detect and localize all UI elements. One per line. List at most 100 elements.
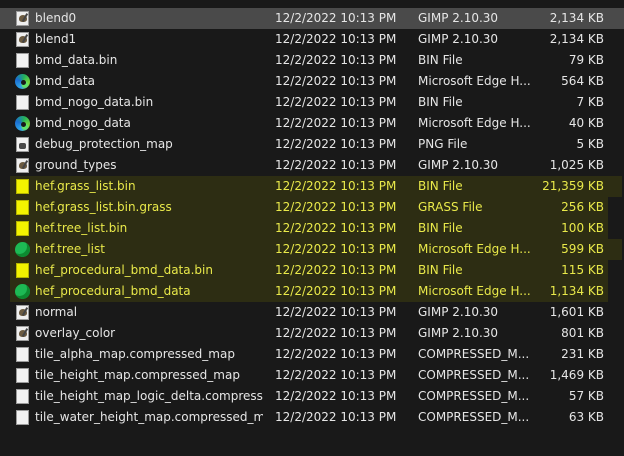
file-row[interactable]: bmd_nogo_data.bin 12/2/2022 10:13 PM BIN F… [0,92,624,113]
edge-icon [15,116,30,131]
file-icon-cell [15,407,31,428]
file-size: 801 KB [561,326,604,340]
file-date-modified: 12/2/2022 10:13 PM [275,242,397,256]
file-size: 2,134 KB [549,11,604,25]
file-icon-cell [15,50,31,71]
file-row[interactable]: tile_height_map_logic_delta.compressed..… [0,386,624,407]
file-type: BIN File [418,263,463,277]
file-date-modified: 12/2/2022 10:13 PM [275,74,397,88]
file-date-modified: 12/2/2022 10:13 PM [275,263,397,277]
file-icon-cell [15,281,31,302]
file-name: normal [35,305,78,319]
file-date-modified: 12/2/2022 10:13 PM [275,305,397,319]
blank-file-icon [16,368,29,383]
file-name: hef.tree_list.bin [35,221,128,235]
edge-icon [15,74,30,89]
file-type: BIN File [418,53,463,67]
file-row[interactable]: blend1 12/2/2022 10:13 PM GIMP 2.10.30 2,13… [0,29,624,50]
file-date-modified: 12/2/2022 10:13 PM [275,116,397,130]
file-type: GIMP 2.10.30 [418,305,499,319]
highlighted-file-icon [16,200,29,215]
file-date-modified: 12/2/2022 10:13 PM [275,326,397,340]
file-date-modified: 12/2/2022 10:13 PM [275,11,397,25]
file-icon-cell [15,29,31,50]
file-date-modified: 12/2/2022 10:13 PM [275,179,397,193]
file-name: overlay_color [35,326,116,340]
file-icon-cell [15,386,31,407]
file-icon-cell [15,71,31,92]
file-name: ground_types [35,158,117,172]
file-row[interactable]: hef_procedural_bmd_data.bin 12/2/2022 10:… [0,260,624,281]
file-row[interactable]: tile_water_height_map.compressed_map 12/2… [0,407,624,428]
file-list: blend0 12/2/2022 10:13 PM GIMP 2.10.30 2,13… [0,8,624,428]
file-row[interactable]: normal 12/2/2022 10:13 PM GIMP 2.10.30 1,60… [0,302,624,323]
file-name: debug_protection_map [35,137,173,151]
file-icon-cell [15,134,31,155]
file-type: GIMP 2.10.30 [418,326,499,340]
file-type: COMPRESSED_M... [418,389,530,403]
file-size: 100 KB [561,221,604,235]
file-name: tile_height_map_logic_delta.compressed..… [35,389,263,403]
file-icon-cell [15,344,31,365]
file-name: blend0 [35,11,77,25]
file-row[interactable]: ground_types 12/2/2022 10:13 PM GIMP 2.10.… [0,155,624,176]
file-row[interactable]: bmd_data 12/2/2022 10:13 PM Microsoft Edge… [0,71,624,92]
file-type: COMPRESSED_M... [418,410,530,424]
file-size: 564 KB [561,74,604,88]
file-icon-cell [15,302,31,323]
file-icon-cell [15,8,31,29]
file-size: 1,134 KB [549,284,604,298]
file-icon-cell [15,260,31,281]
file-type: Microsoft Edge H... [418,242,530,256]
file-row[interactable]: hef.tree_list.bin 12/2/2022 10:13 PM BIN F… [0,218,624,239]
file-row[interactable]: hef.tree_list 12/2/2022 10:13 PM Microsoft… [0,239,624,260]
file-row[interactable]: tile_height_map.compressed_map 12/2/2022 … [0,365,624,386]
file-type: Microsoft Edge H... [418,284,530,298]
blank-file-icon [16,410,29,425]
blank-file-icon [16,95,29,110]
file-name: tile_alpha_map.compressed_map [35,347,235,361]
file-size: 21,359 KB [542,179,604,193]
file-date-modified: 12/2/2022 10:13 PM [275,284,397,298]
file-row[interactable]: tile_alpha_map.compressed_map 12/2/2022 1… [0,344,624,365]
file-icon-cell [15,92,31,113]
file-row[interactable]: blend0 12/2/2022 10:13 PM GIMP 2.10.30 2,13… [0,8,624,29]
file-row[interactable]: debug_protection_map 12/2/2022 10:13 PM PN… [0,134,624,155]
file-row[interactable]: bmd_nogo_data 12/2/2022 10:13 PM Microsoft… [0,113,624,134]
file-row[interactable]: bmd_data.bin 12/2/2022 10:13 PM BIN File 79… [0,50,624,71]
file-size: 40 KB [568,116,604,130]
file-type: Microsoft Edge H... [418,74,530,88]
file-type: GIMP 2.10.30 [418,11,499,25]
file-type: COMPRESSED_M... [418,368,530,382]
file-icon-cell [15,197,31,218]
blank-file-icon [16,389,29,404]
file-icon-cell [15,113,31,134]
file-date-modified: 12/2/2022 10:13 PM [275,347,397,361]
file-type: BIN File [418,95,463,109]
file-size: 231 KB [561,347,604,361]
file-name: bmd_nogo_data.bin [35,95,154,109]
file-date-modified: 12/2/2022 10:13 PM [275,53,397,67]
file-row[interactable]: hef.grass_list.bin 12/2/2022 10:13 PM BIN … [0,176,624,197]
gimp-file-icon [16,158,29,173]
file-icon-cell [15,323,31,344]
file-size: 2,134 KB [549,32,604,46]
file-date-modified: 12/2/2022 10:13 PM [275,389,397,403]
file-name: bmd_data [35,74,95,88]
file-name: bmd_nogo_data [35,116,131,130]
file-row[interactable]: hef.grass_list.bin.grass 12/2/2022 10:13 … [0,197,624,218]
file-icon-cell [15,239,31,260]
file-type: GIMP 2.10.30 [418,158,499,172]
file-name: hef.tree_list [35,242,105,256]
file-name: hef_procedural_bmd_data [35,284,191,298]
file-date-modified: 12/2/2022 10:13 PM [275,368,397,382]
file-row[interactable]: hef_procedural_bmd_data 12/2/2022 10:13 P… [0,281,624,302]
file-name: tile_water_height_map.compressed_map [35,410,263,424]
file-name: hef.grass_list.bin [35,179,136,193]
gimp-file-icon [16,11,29,26]
file-type: GRASS File [418,200,483,214]
highlighted-file-icon [16,179,29,194]
file-type: BIN File [418,179,463,193]
file-icon-cell [15,218,31,239]
file-row[interactable]: overlay_color 12/2/2022 10:13 PM GIMP 2.10… [0,323,624,344]
